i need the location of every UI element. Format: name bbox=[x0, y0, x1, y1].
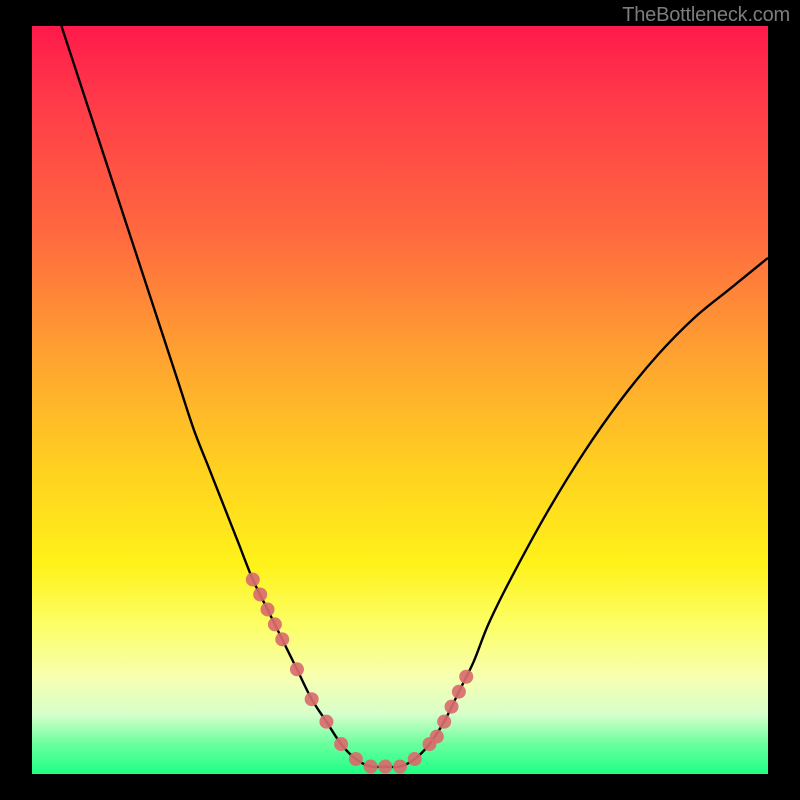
scatter-points bbox=[246, 573, 473, 774]
outer-frame: TheBottleneck.com bbox=[0, 0, 800, 800]
marker-point bbox=[349, 752, 363, 766]
marker-point bbox=[408, 752, 422, 766]
marker-point bbox=[334, 737, 348, 751]
chart-overlay bbox=[32, 26, 768, 774]
marker-point bbox=[253, 587, 267, 601]
marker-point bbox=[275, 632, 289, 646]
marker-point bbox=[445, 700, 459, 714]
marker-point bbox=[319, 715, 333, 729]
marker-point bbox=[437, 715, 451, 729]
marker-point bbox=[378, 760, 392, 774]
marker-point bbox=[393, 760, 407, 774]
marker-point bbox=[268, 617, 282, 631]
marker-point bbox=[290, 662, 304, 676]
marker-point bbox=[305, 692, 319, 706]
marker-point bbox=[459, 670, 473, 684]
marker-point bbox=[261, 602, 275, 616]
marker-point bbox=[430, 730, 444, 744]
watermark-text: TheBottleneck.com bbox=[622, 4, 790, 27]
marker-point bbox=[452, 685, 466, 699]
marker-point bbox=[246, 573, 260, 587]
marker-point bbox=[364, 760, 378, 774]
curve-line bbox=[61, 26, 768, 767]
